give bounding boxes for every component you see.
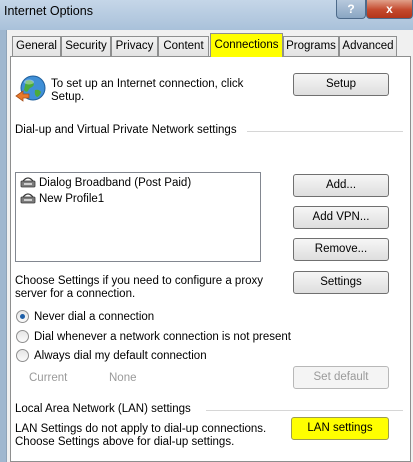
radio-always-dial[interactable]: Always dial my default connection xyxy=(16,349,207,364)
proxy-description: Choose Settings if you need to configure… xyxy=(15,275,264,300)
connection-list[interactable]: Dialog Broadband (Post Paid) New Profile… xyxy=(15,172,261,262)
radio-never-dial[interactable]: Never dial a connection xyxy=(16,310,154,325)
set-default-button[interactable]: Set default xyxy=(293,366,389,389)
current-label: Current xyxy=(29,372,68,384)
internet-options-dialog: General Security Privacy Content Connect… xyxy=(6,30,413,462)
close-button[interactable]: x xyxy=(366,0,413,19)
dialup-connection-icon xyxy=(20,176,36,188)
add-button[interactable]: Add... xyxy=(293,174,389,197)
add-vpn-button[interactable]: Add VPN... xyxy=(293,206,389,229)
tab-connections[interactable]: Connections xyxy=(210,33,283,57)
list-item-dialog-broadband[interactable]: Dialog Broadband (Post Paid) xyxy=(20,176,191,190)
dialup-connection-icon xyxy=(20,192,36,204)
connection-name: Dialog Broadband (Post Paid) xyxy=(39,177,192,189)
lan-settings-button[interactable]: LAN settings xyxy=(291,417,389,440)
lan-description: LAN Settings do not apply to dial-up con… xyxy=(15,423,267,448)
setup-description: To set up an Internet connection, click … xyxy=(51,78,244,103)
radio-unchecked-icon[interactable] xyxy=(16,330,29,343)
tab-advanced[interactable]: Advanced xyxy=(339,36,397,56)
globe-icon xyxy=(15,74,47,106)
radio-unchecked-icon[interactable] xyxy=(16,349,29,362)
dialup-section-label: Dial-up and Virtual Private Network sett… xyxy=(15,124,237,136)
tab-programs[interactable]: Programs xyxy=(283,36,339,56)
title-bar[interactable]: Internet Options ? x xyxy=(0,0,413,30)
section-divider xyxy=(206,410,403,411)
current-connection-value: None xyxy=(109,372,137,384)
radio-dial-whenever[interactable]: Dial whenever a network connection is no… xyxy=(16,330,291,345)
tab-general[interactable]: General xyxy=(12,36,61,56)
list-item-new-profile[interactable]: New Profile1 xyxy=(20,192,104,206)
tab-security[interactable]: Security xyxy=(61,36,111,56)
setup-button[interactable]: Setup xyxy=(293,73,389,96)
radio-checked-icon[interactable] xyxy=(16,310,29,323)
radio-label: Dial whenever a network connection is no… xyxy=(34,331,291,343)
settings-button[interactable]: Settings xyxy=(293,271,389,294)
help-button[interactable]: ? xyxy=(336,0,366,19)
lan-section-label: Local Area Network (LAN) settings xyxy=(15,403,191,415)
radio-label: Never dial a connection xyxy=(34,311,155,323)
tab-content[interactable]: Content xyxy=(158,36,209,56)
tab-privacy[interactable]: Privacy xyxy=(111,36,158,56)
connection-name: New Profile1 xyxy=(39,193,105,205)
section-divider xyxy=(247,131,403,132)
window-title: Internet Options xyxy=(4,4,93,18)
connections-panel: To set up an Internet connection, click … xyxy=(10,56,411,462)
remove-button[interactable]: Remove... xyxy=(293,238,389,261)
radio-label: Always dial my default connection xyxy=(34,350,207,362)
